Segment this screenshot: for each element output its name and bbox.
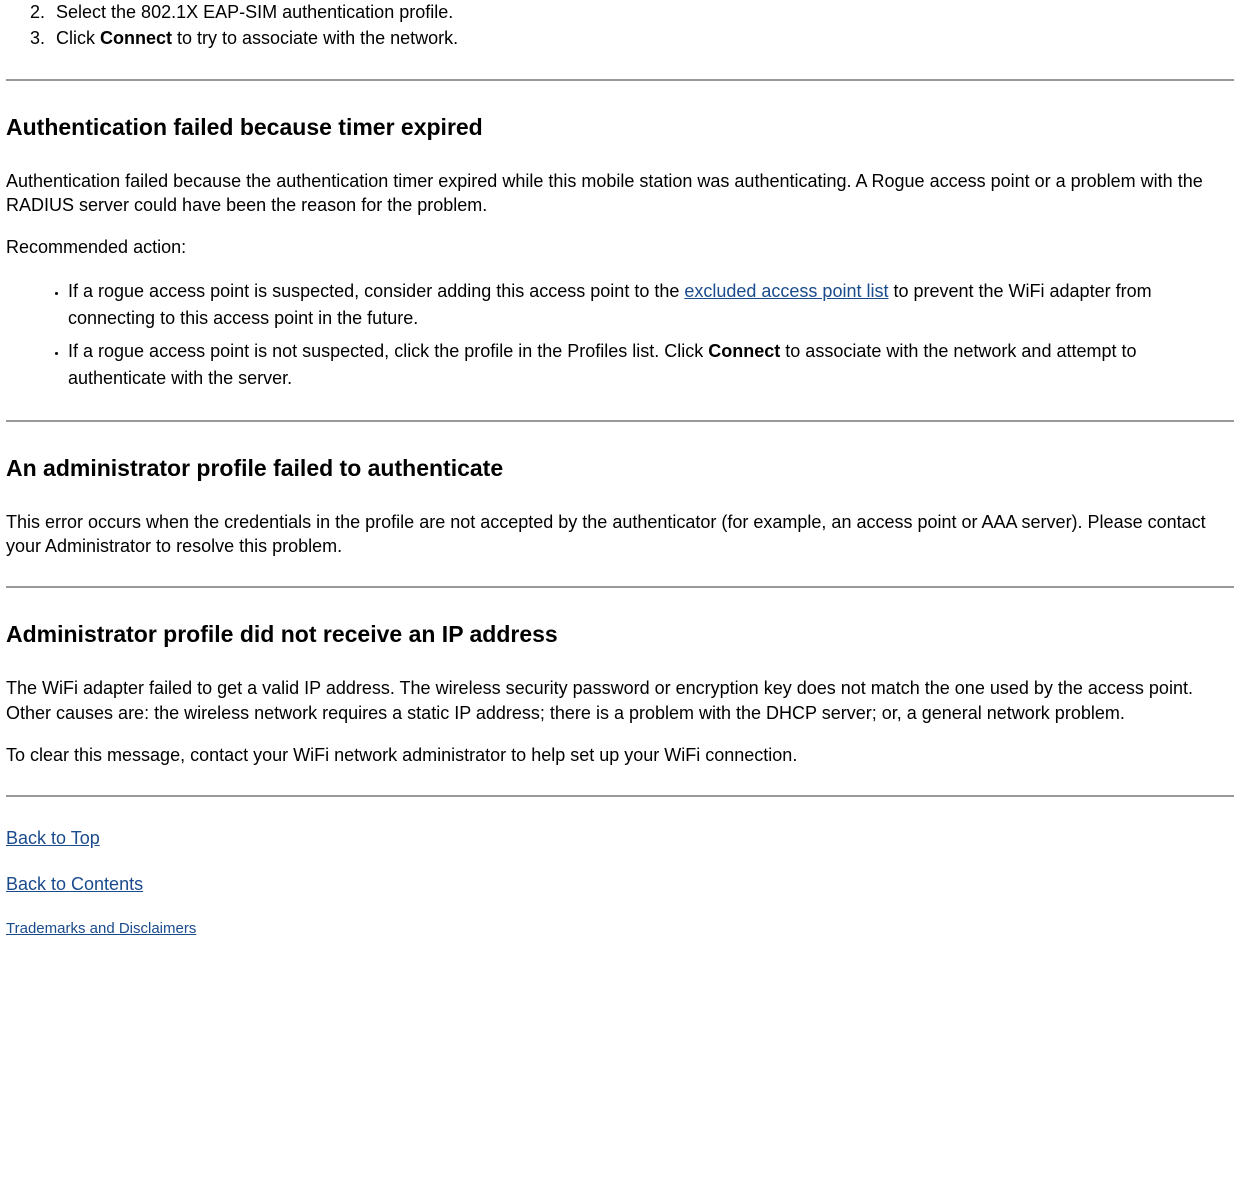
paragraph: Recommended action:: [6, 235, 1234, 259]
trademarks-link[interactable]: Trademarks and Disclaimers: [6, 920, 196, 937]
back-to-contents-link[interactable]: Back to Contents: [6, 874, 143, 894]
list-item: If a rogue access point is not suspected…: [68, 338, 1234, 392]
bold-text: Connect: [100, 28, 172, 48]
list-item: Select the 802.1X EAP-SIM authentication…: [50, 0, 1234, 24]
list-item: If a rogue access point is suspected, co…: [68, 278, 1234, 332]
text-fragment: If a rogue access point is suspected, co…: [68, 281, 684, 301]
bold-text: Connect: [708, 341, 780, 361]
divider: [6, 79, 1234, 82]
recommended-actions-list: If a rogue access point is suspected, co…: [6, 278, 1234, 392]
paragraph: To clear this message, contact your WiFi…: [6, 743, 1234, 767]
text-fragment: Click: [56, 28, 100, 48]
paragraph: The WiFi adapter failed to get a valid I…: [6, 676, 1234, 725]
divider: [6, 795, 1234, 798]
paragraph: Authentication failed because the authen…: [6, 169, 1234, 218]
text-fragment: If a rogue access point is not suspected…: [68, 341, 708, 361]
paragraph: This error occurs when the credentials i…: [6, 510, 1234, 559]
back-to-top-link[interactable]: Back to Top: [6, 828, 100, 848]
divider: [6, 586, 1234, 589]
divider: [6, 420, 1234, 423]
ordered-steps-list: Select the 802.1X EAP-SIM authentication…: [6, 0, 1234, 51]
section-heading-admin-auth-failed: An administrator profile failed to authe…: [6, 453, 1234, 484]
section-heading-no-ip: Administrator profile did not receive an…: [6, 619, 1234, 650]
section-heading-timer-expired: Authentication failed because timer expi…: [6, 112, 1234, 143]
text-fragment: to try to associate with the network.: [172, 28, 458, 48]
list-item: Click Connect to try to associate with t…: [50, 26, 1234, 50]
excluded-access-point-link[interactable]: excluded access point list: [684, 281, 888, 301]
